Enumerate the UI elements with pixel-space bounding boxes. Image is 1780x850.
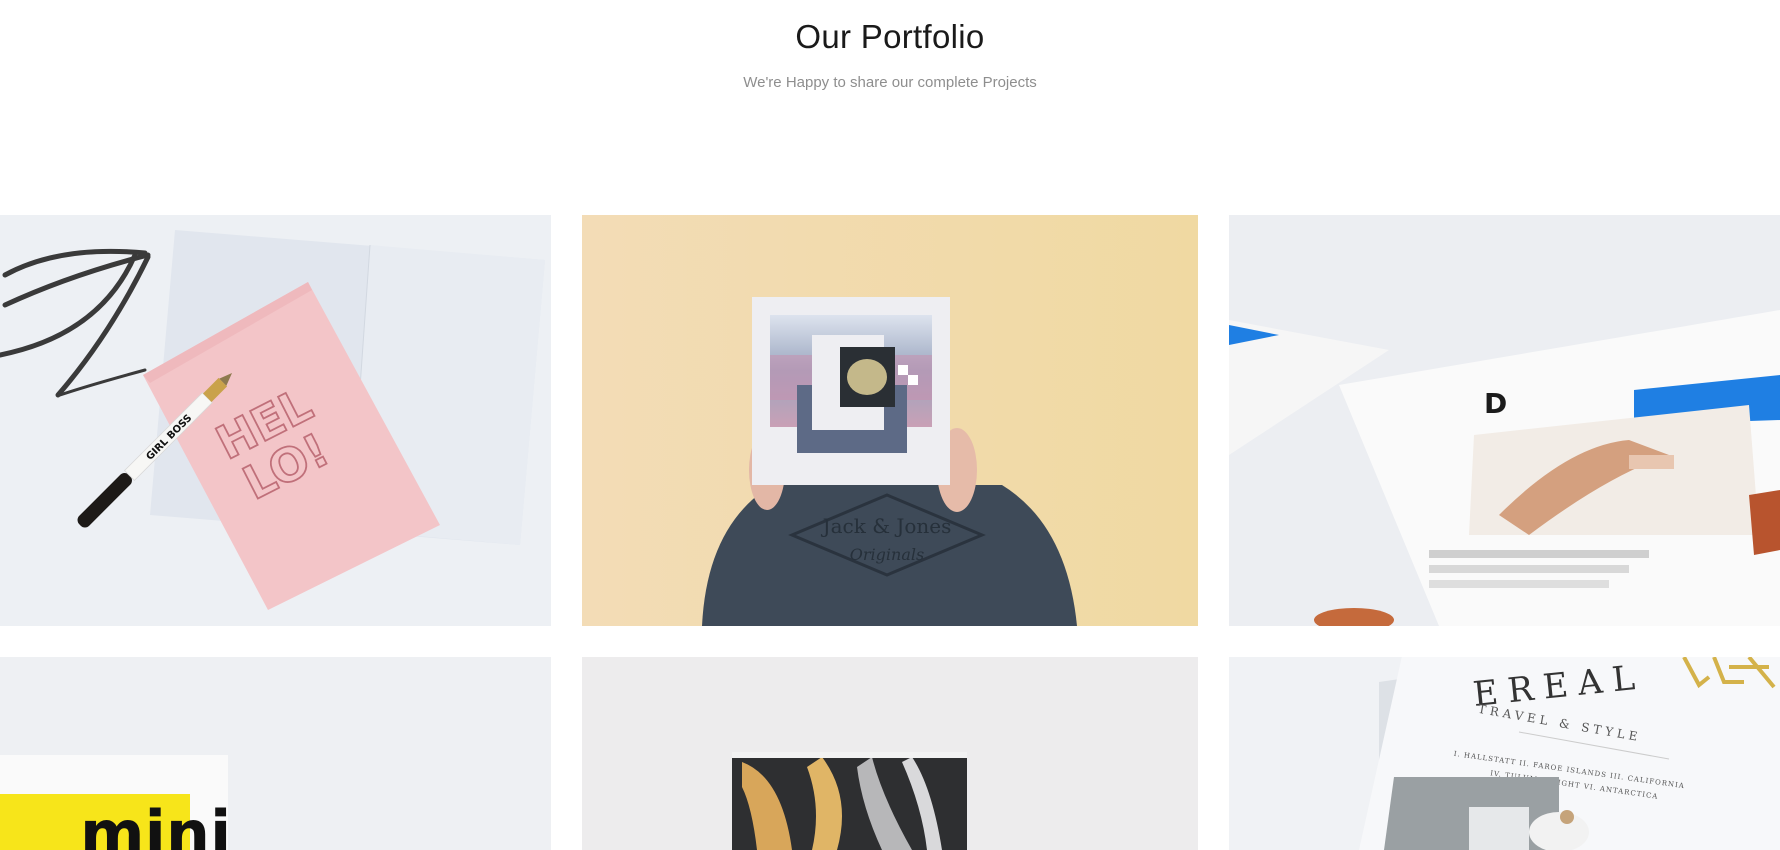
page-title: Our Portfolio xyxy=(795,18,985,55)
portfolio-item-hello-notebook[interactable]: HEL LO! GIRL BOSS xyxy=(0,215,551,626)
hello-notebook-image: HEL LO! GIRL BOSS xyxy=(0,215,551,626)
portfolio-item-abstract-painting[interactable] xyxy=(582,657,1198,850)
portfolio-item-magazine-tape[interactable]: D xyxy=(1229,215,1780,626)
abstract-painting-image xyxy=(582,657,1198,850)
sweater-text-2: Originals xyxy=(850,545,924,564)
art-print-face-image: Jack & Jones Originals xyxy=(582,215,1198,626)
travel-magazine-image: EREAL TRAVEL & STYLE I. HALLSTATT II. FA… xyxy=(1229,657,1780,850)
page-subtitle: We're Happy to share our complete Projec… xyxy=(743,74,1037,91)
page-letter: D xyxy=(1484,387,1507,420)
mini-magazine-image: mini xyxy=(0,657,551,850)
sweater-text-1: Jack & Jones xyxy=(821,514,952,538)
portfolio-item-travel-magazine[interactable]: EREAL TRAVEL & STYLE I. HALLSTATT II. FA… xyxy=(1229,657,1780,850)
portfolio-item-mini-magazine[interactable]: mini xyxy=(0,657,551,850)
mini-cover-text: mini xyxy=(80,797,231,850)
magazine-tape-image: D xyxy=(1229,215,1780,626)
portfolio-item-art-print-face[interactable]: Jack & Jones Originals xyxy=(582,215,1198,626)
